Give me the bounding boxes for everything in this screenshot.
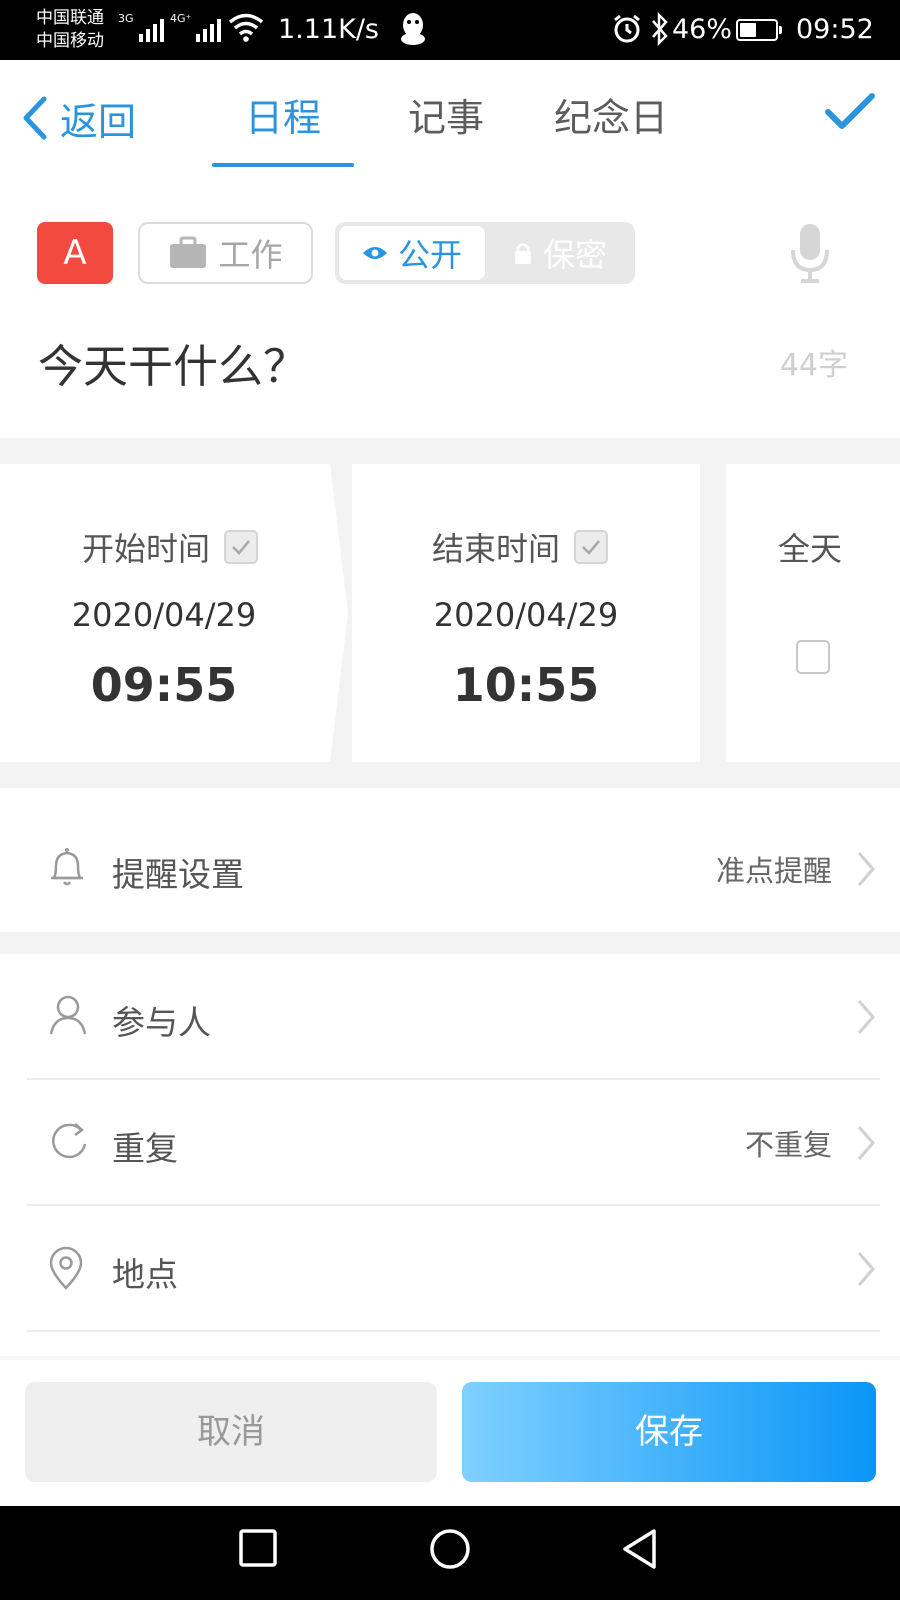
all-day-card[interactable]: 全天 (726, 464, 900, 762)
repeat-row[interactable]: 重复 不重复 (0, 1080, 900, 1206)
location-row[interactable]: 地点 (0, 1206, 900, 1332)
char-count: 44字 (779, 348, 848, 383)
arrow-separator (326, 464, 348, 762)
category-button[interactable]: 工作 (138, 222, 313, 284)
time-section: 开始时间 2020/04/29 09:55 结束时间 2020/04/29 10… (0, 438, 900, 788)
alarm-icon (614, 14, 640, 43)
visibility-private-label: 保密 (542, 236, 607, 274)
bell-icon (51, 848, 83, 886)
carrier-info: 中国联通 中国移动 (36, 7, 104, 53)
visibility-public-option[interactable]: 公开 (339, 226, 485, 280)
participants-label: 参与人 (112, 1003, 211, 1042)
reminder-row[interactable]: 提醒设置 准点提醒 (0, 806, 900, 932)
chevron-right-icon (857, 1126, 875, 1160)
visibility-public-label: 公开 (397, 236, 462, 274)
category-label: 工作 (218, 236, 283, 274)
end-time: 10:55 (452, 658, 600, 712)
start-date: 2020/04/29 (71, 596, 257, 634)
recent-apps-square-icon[interactable] (238, 1528, 278, 1568)
chevron-right-icon (857, 852, 875, 886)
location-pin-icon (49, 1246, 83, 1290)
tab-anniversary[interactable]: 纪念日 (554, 88, 668, 148)
signal-3g-icon: 3G (118, 12, 164, 42)
back-triangle-icon[interactable] (620, 1528, 660, 1572)
status-bar: 中国联通 中国移动 3G 4G⁺ 1.11K/s 46% 09:52 (0, 0, 900, 60)
bluetooth-icon (652, 12, 668, 46)
start-time-checkbox[interactable] (224, 530, 259, 564)
microphone-icon[interactable] (790, 222, 830, 284)
cancel-button[interactable]: 取消 (25, 1382, 437, 1482)
battery-icon (736, 19, 782, 41)
carrier-secondary: 中国移动 (36, 31, 104, 51)
back-label: 返回 (60, 99, 137, 144)
location-label: 地点 (112, 1255, 178, 1294)
person-icon (49, 995, 87, 1035)
lock-icon (514, 243, 531, 264)
android-nav-bar (0, 1506, 900, 1600)
chevron-right-icon (857, 1000, 875, 1034)
repeat-value: 不重复 (744, 1128, 832, 1162)
eye-icon (362, 247, 387, 259)
battery-percent: 46% (672, 14, 733, 45)
end-time-label: 结束时间 (432, 530, 561, 568)
briefcase-icon (170, 236, 207, 268)
bottom-shadow (0, 1356, 900, 1360)
refresh-icon (52, 1123, 87, 1159)
reminder-value: 准点提醒 (715, 854, 832, 888)
end-time-card[interactable]: 结束时间 2020/04/29 10:55 (352, 464, 700, 762)
all-day-checkbox[interactable] (796, 640, 830, 674)
end-date: 2020/04/29 (433, 596, 619, 634)
carrier-primary: 中国联通 (36, 8, 104, 28)
signal-4g-icon: 4G⁺ (170, 12, 222, 42)
wifi-icon (228, 13, 264, 42)
start-time-label: 开始时间 (82, 530, 211, 568)
network-speed: 1.11K/s (278, 14, 379, 45)
row-divider (27, 1330, 880, 1332)
qq-penguin-icon (401, 13, 425, 45)
confirm-check-icon[interactable] (824, 92, 876, 132)
section-gap (0, 932, 900, 954)
repeat-label: 重复 (112, 1129, 178, 1168)
title-input[interactable]: 今天干什么？ (38, 330, 308, 395)
reminder-label: 提醒设置 (112, 855, 244, 894)
save-button[interactable]: 保存 (462, 1382, 876, 1482)
start-time-card[interactable]: 开始时间 2020/04/29 09:55 (0, 464, 328, 762)
check-icon (232, 540, 250, 555)
back-button[interactable]: 返回 (22, 88, 136, 148)
participants-row[interactable]: 参与人 (0, 954, 900, 1080)
color-tag-button[interactable]: A (37, 222, 113, 284)
start-time: 09:55 (90, 658, 238, 712)
tab-notes[interactable]: 记事 (408, 88, 484, 148)
chevron-right-icon (857, 1252, 875, 1286)
status-time: 09:52 (796, 14, 874, 45)
visibility-private-option[interactable]: 保密 (489, 226, 631, 280)
end-time-checkbox[interactable] (574, 530, 609, 564)
header: 返回 日程 记事 纪念日 (0, 60, 900, 170)
active-tab-indicator (212, 163, 354, 167)
home-circle-icon[interactable] (428, 1528, 472, 1572)
check-icon (582, 540, 600, 555)
tab-schedule[interactable]: 日程 (245, 88, 321, 148)
all-day-label: 全天 (778, 530, 843, 568)
chevron-left-icon (23, 96, 47, 140)
visibility-toggle: 公开 保密 (335, 222, 635, 284)
